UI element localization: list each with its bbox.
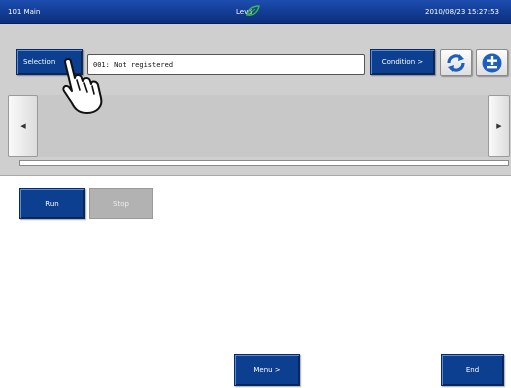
menu-button[interactable]: Menu > <box>234 354 300 386</box>
condition-button[interactable]: Condition > <box>370 49 435 75</box>
run-button[interactable]: Run <box>19 188 85 219</box>
progress-strip <box>19 160 509 166</box>
plus-minus-icon <box>482 53 502 72</box>
stop-button[interactable]: Stop <box>89 188 153 219</box>
datetime: 2010/08/23 15:27:53 <box>424 8 499 16</box>
arrow-left-icon: ◀ <box>20 122 26 130</box>
end-button[interactable]: End <box>441 354 504 386</box>
arrow-right-icon: ▶ <box>496 122 502 130</box>
refresh-icon <box>447 53 465 72</box>
scroll-left-button[interactable]: ◀ <box>8 95 38 157</box>
display-area <box>8 95 509 157</box>
screen-name: 101 Main <box>8 8 41 16</box>
selection-button[interactable]: Selection <box>16 49 83 75</box>
title-bar: 101 Main Lev5 2010/08/23 15:27:53 <box>0 0 511 24</box>
registration-field[interactable]: 001: Not registered <box>87 54 365 75</box>
scroll-right-button[interactable]: ▶ <box>488 95 510 157</box>
leaf-icon <box>246 5 260 16</box>
plus-minus-button[interactable] <box>476 49 508 76</box>
refresh-button[interactable] <box>440 49 472 76</box>
